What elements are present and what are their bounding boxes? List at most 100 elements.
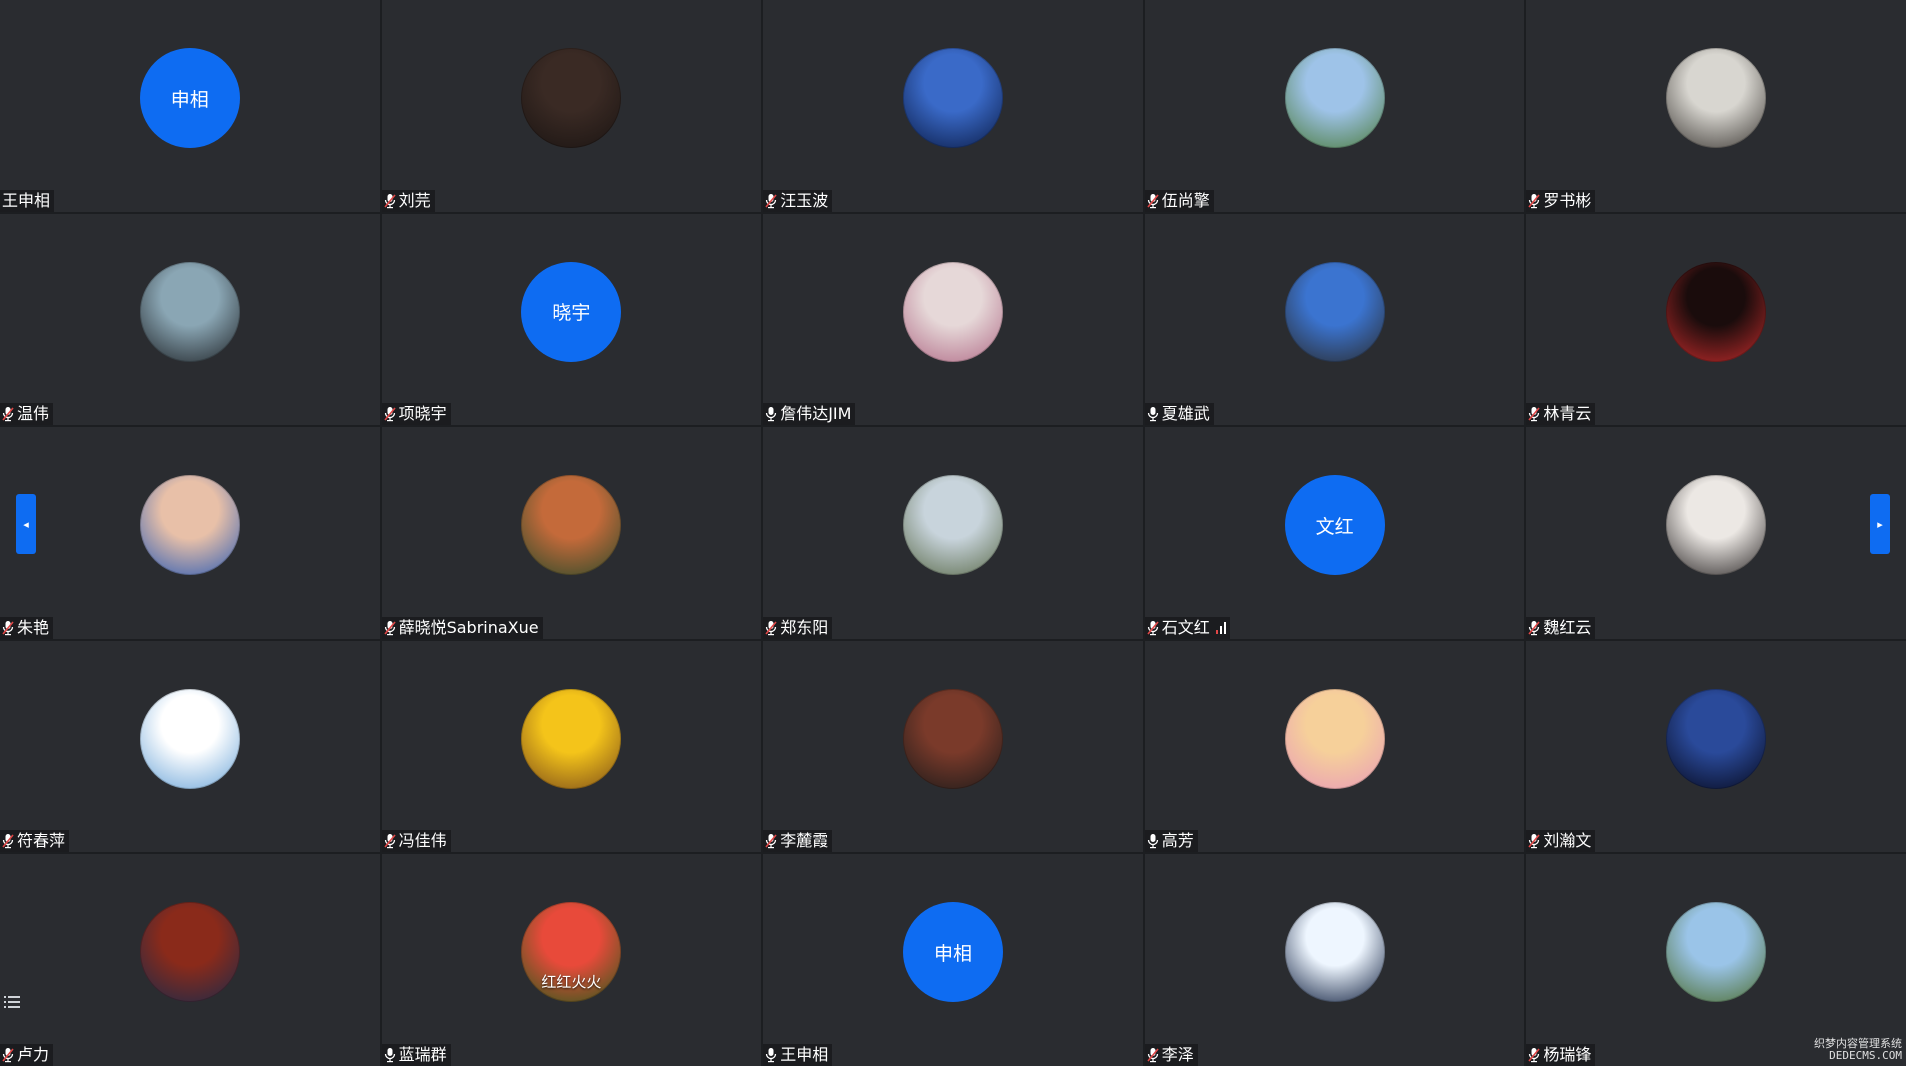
- participant-name: 王申相: [780, 1045, 829, 1064]
- participant-name: 朱艳: [17, 617, 50, 637]
- participant-tile[interactable]: 魏红云: [1526, 427, 1906, 639]
- mic-icon: [384, 1047, 396, 1063]
- participant-name: 汪玉波: [780, 190, 829, 210]
- participant-tile[interactable]: 杨瑞锋: [1526, 854, 1906, 1066]
- participant-tile[interactable]: 薛晓悦SabrinaXue: [381, 427, 762, 639]
- participant-tile[interactable]: 汪玉波: [763, 0, 1143, 212]
- nameplate: 詹伟达JIM: [763, 403, 856, 426]
- participant-name: 伍尚擎: [1161, 190, 1210, 210]
- nameplate: 夏雄武: [1144, 403, 1214, 426]
- participant-tile[interactable]: 李麓霞: [763, 640, 1143, 853]
- participant-name: 李麓霞: [780, 831, 829, 851]
- participant-tile[interactable]: 詹伟达JIM: [763, 213, 1143, 426]
- avatar-photo: [1284, 902, 1385, 1003]
- mic-muted-icon: [383, 193, 396, 209]
- participant-tile[interactable]: 冯佳伟: [381, 640, 762, 853]
- prev-page-button[interactable]: ◂: [16, 494, 36, 554]
- nameplate: 汪玉波: [763, 189, 833, 212]
- avatar-initials: 晓宇: [521, 261, 622, 362]
- avatar-initials: 文红: [1284, 475, 1385, 576]
- participant-tile[interactable]: 林青云: [1526, 213, 1906, 426]
- chevron-right-icon: ▸: [1877, 517, 1883, 531]
- participant-name: 郑东阳: [780, 617, 829, 637]
- participant-tile[interactable]: 申相王申相: [763, 854, 1143, 1066]
- avatar-photo: [1284, 261, 1385, 362]
- avatar-photo: [902, 48, 1003, 148]
- avatar-photo: [902, 261, 1003, 362]
- participant-tile[interactable]: 李泽: [1144, 854, 1525, 1066]
- nameplate: 项晓宇: [381, 403, 451, 426]
- mic-muted-icon: [383, 833, 396, 849]
- participant-name: 杨瑞锋: [1543, 1045, 1592, 1064]
- mic-icon: [765, 406, 777, 422]
- avatar-photo: [902, 475, 1003, 576]
- mic-muted-icon: [1147, 193, 1159, 209]
- avatar-overlay-text: 红红火火: [541, 973, 602, 992]
- participant-name: 刘芫: [398, 190, 431, 210]
- participant-tile[interactable]: 刘芫: [381, 0, 762, 212]
- nameplate: 高芳: [1144, 830, 1198, 853]
- mic-muted-icon: [1147, 620, 1159, 636]
- participant-name: 夏雄武: [1161, 404, 1210, 424]
- avatar-photo: [1666, 261, 1767, 362]
- nameplate: 王申相: [0, 189, 55, 212]
- nameplate: 罗书彬: [1526, 189, 1596, 212]
- nameplate: 李泽: [1144, 1044, 1198, 1066]
- participant-tile[interactable]: 文红石文红: [1144, 427, 1525, 639]
- participant-name: 符春萍: [17, 831, 66, 851]
- mic-icon: [1147, 406, 1159, 422]
- participant-name: 卢力: [17, 1045, 50, 1064]
- participant-tile[interactable]: 朱艳: [0, 427, 380, 639]
- participant-tile[interactable]: 刘瀚文: [1526, 640, 1906, 853]
- participant-name: 高芳: [1161, 831, 1194, 851]
- mic-muted-icon: [1528, 193, 1541, 209]
- participant-tile[interactable]: 夏雄武: [1144, 213, 1525, 426]
- chevron-left-icon: ◂: [23, 517, 29, 531]
- avatar-initials: 申相: [902, 902, 1003, 1003]
- avatar-photo: [521, 48, 622, 148]
- participant-name: 冯佳伟: [398, 831, 447, 851]
- participant-name: 项晓宇: [398, 404, 447, 424]
- nameplate: 王申相: [763, 1044, 833, 1066]
- avatar-photo: [1666, 475, 1767, 576]
- mic-muted-icon: [2, 406, 14, 422]
- participant-name: 李泽: [1161, 1045, 1194, 1064]
- avatar-photo: [1666, 688, 1767, 789]
- participant-name: 王申相: [2, 190, 51, 210]
- next-page-button[interactable]: ▸: [1870, 494, 1890, 554]
- avatar-photo: [1666, 902, 1767, 1003]
- participant-tile[interactable]: 晓宇项晓宇: [381, 213, 762, 426]
- participant-tile[interactable]: 高芳: [1144, 640, 1525, 853]
- mic-icon: [765, 1047, 777, 1063]
- participant-list-toggle[interactable]: [4, 994, 20, 1008]
- mic-muted-icon: [1528, 1047, 1541, 1063]
- participant-name: 罗书彬: [1543, 190, 1592, 210]
- mic-muted-icon: [2, 620, 14, 636]
- participant-tile[interactable]: 伍尚擎: [1144, 0, 1525, 212]
- participant-tile[interactable]: 温伟: [0, 213, 380, 426]
- mic-muted-icon: [765, 620, 777, 636]
- mic-muted-icon: [765, 833, 777, 849]
- avatar-photo: [139, 475, 240, 576]
- participant-name: 石文红: [1161, 617, 1210, 637]
- participant-name: 魏红云: [1543, 617, 1592, 637]
- avatar-photo: [139, 688, 240, 789]
- participant-tile[interactable]: 符春萍: [0, 640, 380, 853]
- nameplate: 杨瑞锋: [1526, 1044, 1596, 1066]
- nameplate: 李麓霞: [763, 830, 833, 853]
- mic-muted-icon: [1528, 833, 1541, 849]
- avatar-photo: [139, 261, 240, 362]
- mic-icon: [1147, 833, 1159, 849]
- participant-tile[interactable]: 罗书彬: [1526, 0, 1906, 212]
- participant-tile[interactable]: 红红火火 蓝瑞群: [381, 854, 762, 1066]
- nameplate: 朱艳: [0, 616, 54, 639]
- mic-muted-icon: [383, 406, 396, 422]
- participant-tile[interactable]: 郑东阳: [763, 427, 1143, 639]
- avatar-photo: 红红火火: [521, 902, 622, 1003]
- mic-muted-icon: [383, 620, 396, 636]
- participant-name: 林青云: [1543, 404, 1592, 424]
- participant-tile[interactable]: 卢力: [0, 854, 380, 1066]
- watermark: 织梦内容管理系统 DEDECMS.COM: [1814, 1038, 1902, 1062]
- participant-tile[interactable]: 申相 王申相: [0, 0, 380, 212]
- nameplate: 薛晓悦SabrinaXue: [381, 616, 543, 639]
